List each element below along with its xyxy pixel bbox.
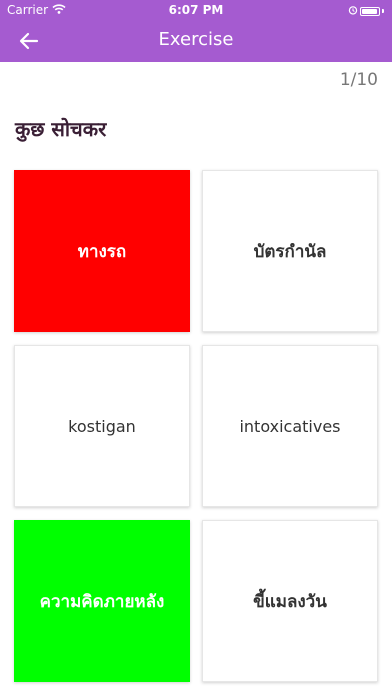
answer-option-1[interactable]: ทางรถ bbox=[14, 170, 190, 332]
nav-bar: Exercise bbox=[0, 20, 392, 62]
answer-option-5[interactable]: ความคิดภายหลัง bbox=[14, 520, 190, 682]
alarm-icon bbox=[348, 4, 358, 18]
battery-icon bbox=[360, 6, 380, 16]
status-bar: Carrier 6:07 PM bbox=[0, 0, 392, 20]
status-time: 6:07 PM bbox=[168, 3, 224, 17]
answer-option-3[interactable]: kostigan bbox=[14, 345, 190, 507]
page-title: Exercise bbox=[158, 29, 234, 50]
answer-option-4[interactable]: intoxicatives bbox=[202, 345, 378, 507]
question-progress: 1/10 bbox=[339, 70, 378, 90]
status-right bbox=[348, 4, 384, 18]
answer-option-2[interactable]: บัตรกำนัล bbox=[202, 170, 378, 332]
answer-option-6[interactable]: ขี้แมลงวัน bbox=[202, 520, 378, 682]
app-header: Carrier 6:07 PM Exercise bbox=[0, 0, 392, 62]
battery-tip-icon bbox=[382, 9, 384, 13]
question-prompt: कुछ सोचकर bbox=[15, 117, 107, 141]
answer-grid: ทางรถ บัตรกำนัล kostigan intoxicatives ค… bbox=[14, 170, 378, 682]
